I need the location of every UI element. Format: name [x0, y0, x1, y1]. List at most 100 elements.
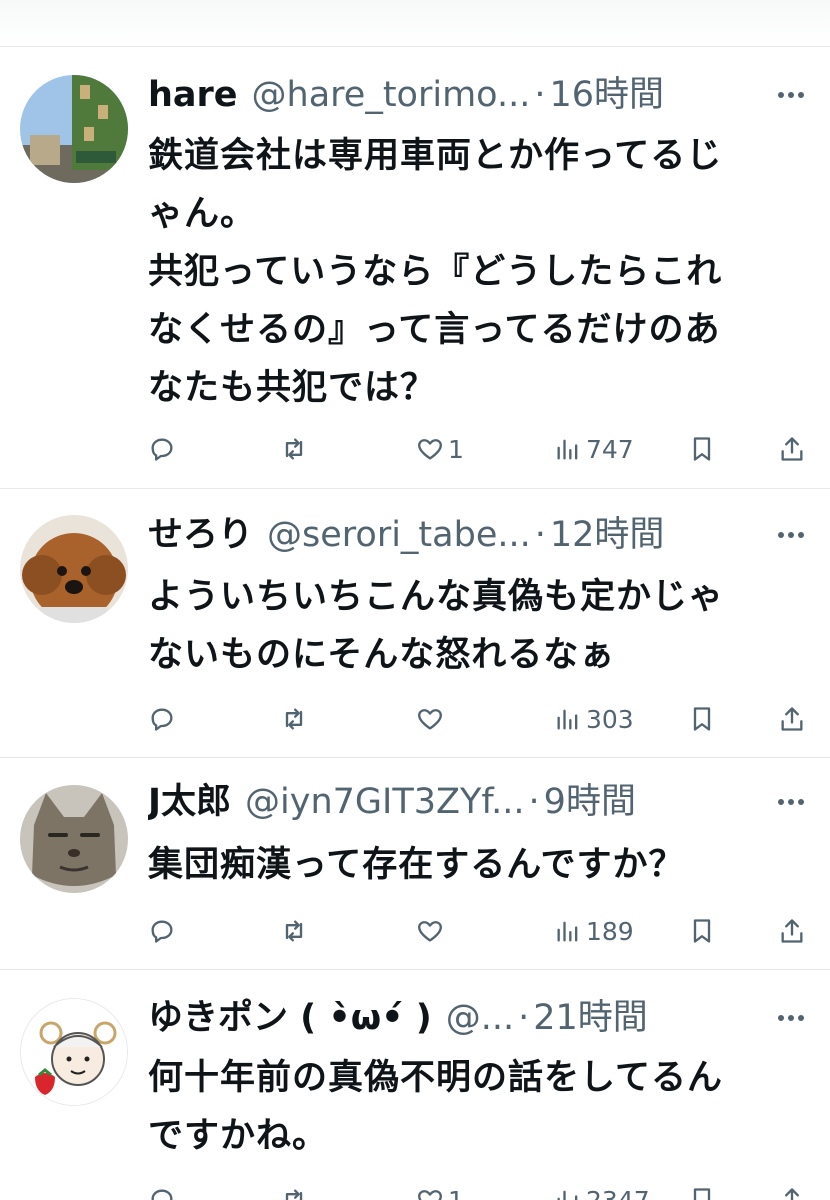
more-button[interactable] [774, 518, 808, 552]
tweet-3[interactable]: J太郎 @iyn7GIT3ZYf... · 9時間 集団痴漢って存在するんですか… [0, 759, 830, 970]
action-bar: 1 2347 [148, 1180, 813, 1200]
bookmark-icon [693, 437, 711, 461]
retweet-icon [285, 1189, 303, 1200]
bookmark-icon [693, 1188, 711, 1200]
tweet-text-line: ゃん。 [148, 194, 257, 234]
view-count: 2347 [586, 1185, 650, 1200]
retweet-icon [285, 920, 303, 942]
tweet-text: 鉄道会社は専用車両とか作ってるじ ゃん。 共犯っていうなら『どうしたらこれ なく… [148, 127, 820, 417]
reply-button[interactable] [148, 911, 176, 951]
retweet-icon [285, 438, 303, 460]
views-button[interactable]: 2347 [554, 1180, 650, 1200]
display-name[interactable]: ゆきポン ( •̀ω•́ ) [148, 993, 432, 1043]
more-icon [778, 532, 804, 538]
tweet-text: よういちいちこんな真偽も定かじゃ ないものにそんな怒れるなぁ [148, 568, 820, 684]
separator-dot: · [534, 515, 546, 555]
tweet-text-line: ですかね。 [148, 1116, 329, 1156]
user-handle[interactable]: @iyn7GIT3ZYf... [245, 777, 525, 827]
user-handle[interactable]: @hare_torimo... [252, 70, 531, 120]
tweet-text-line: よういちいちこんな真偽も定かじゃ [148, 577, 725, 617]
tweet-text-line: 何十年前の真偽不明の話をしてるん [148, 1058, 723, 1098]
heart-icon [418, 439, 442, 460]
tweet-text-line: 鉄道会社は専用車両とか作ってるじ [148, 136, 723, 176]
more-button[interactable] [774, 78, 808, 112]
top-bar-edge [0, 0, 830, 47]
avatar[interactable] [20, 515, 128, 623]
tweet-header: hare @hare_torimo... · 16時間 [148, 70, 740, 120]
share-icon [781, 437, 803, 461]
share-button[interactable] [778, 699, 806, 739]
avatar[interactable] [20, 785, 128, 893]
tweet-header: J太郎 @iyn7GIT3ZYf... · 9時間 [148, 777, 740, 827]
timestamp[interactable]: 21時間 [533, 993, 648, 1043]
more-button[interactable] [774, 1001, 808, 1035]
tweet-text-line: なくせるの』って言ってるだけのあ [148, 310, 721, 350]
tweet-header: ゆきポン ( •̀ω•́ ) @... · 21時間 [148, 993, 740, 1043]
share-button[interactable] [778, 429, 806, 469]
avatar[interactable] [20, 998, 128, 1106]
view-count: 303 [586, 704, 634, 734]
bookmark-button[interactable] [688, 699, 716, 739]
user-handle[interactable]: @... [446, 993, 514, 1043]
reply-button[interactable] [148, 1180, 176, 1200]
like-count: 1 [448, 1185, 464, 1200]
retweet-button[interactable] [280, 699, 308, 739]
action-bar: 303 [148, 699, 813, 739]
tweet-2[interactable]: せろり @serori_tabe... · 12時間 よういちいちこんな真偽も定… [0, 490, 830, 758]
like-count: 1 [448, 434, 464, 464]
reply-button[interactable] [148, 699, 176, 739]
tweet-text-line: 共犯っていうなら『どうしたらこれ [148, 252, 723, 292]
heart-icon [418, 709, 442, 730]
retweet-button[interactable] [280, 911, 308, 951]
bookmark-button[interactable] [688, 1180, 716, 1200]
tweet-text-line: なたも共犯では？ [148, 368, 437, 408]
more-icon [778, 92, 804, 98]
retweet-icon [285, 708, 303, 730]
heart-icon [418, 1190, 442, 1200]
display-name[interactable]: hare [148, 70, 238, 120]
separator-dot: · [528, 782, 540, 822]
views-icon [557, 921, 578, 942]
views-icon [557, 709, 578, 730]
tweet-text-line: 集団痴漢って存在するんですか？ [148, 845, 685, 885]
timestamp[interactable]: 12時間 [550, 510, 665, 560]
views-button[interactable]: 303 [554, 699, 634, 739]
tweet-1[interactable]: hare @hare_torimo... · 16時間 鉄道会社は専用車両とか作… [0, 48, 830, 489]
reply-icon [151, 1189, 173, 1200]
user-handle[interactable]: @serori_tabe... [267, 510, 531, 560]
views-icon [557, 439, 578, 460]
share-button[interactable] [778, 1180, 806, 1200]
view-count: 189 [586, 916, 634, 946]
views-button[interactable]: 747 [554, 429, 634, 469]
more-button[interactable] [774, 785, 808, 819]
share-icon [781, 707, 803, 731]
views-button[interactable]: 189 [554, 911, 634, 951]
more-icon [778, 1015, 804, 1021]
like-button[interactable]: 1 [416, 429, 464, 469]
like-button[interactable] [416, 699, 444, 739]
reply-icon [151, 708, 173, 731]
reply-button[interactable] [148, 429, 176, 469]
tweet-text: 何十年前の真偽不明の話をしてるん ですかね。 [148, 1049, 820, 1165]
retweet-button[interactable] [280, 1180, 308, 1200]
share-button[interactable] [778, 911, 806, 951]
like-button[interactable]: 1 [416, 1180, 464, 1200]
like-button[interactable] [416, 911, 444, 951]
timestamp[interactable]: 9時間 [544, 777, 636, 827]
action-bar: 1 747 [148, 429, 813, 469]
retweet-button[interactable] [280, 429, 308, 469]
bookmark-button[interactable] [688, 429, 716, 469]
bookmark-button[interactable] [688, 911, 716, 951]
separator-dot: · [518, 998, 530, 1038]
avatar[interactable] [20, 75, 128, 183]
tweet-header: せろり @serori_tabe... · 12時間 [148, 510, 740, 560]
timestamp[interactable]: 16時間 [550, 70, 665, 120]
display-name[interactable]: せろり [148, 510, 253, 560]
display-name[interactable]: J太郎 [148, 777, 231, 827]
view-count: 747 [586, 434, 634, 464]
reply-icon [151, 438, 173, 461]
bookmark-icon [693, 919, 711, 943]
tweet-4[interactable]: ゆきポン ( •̀ω•́ ) @... · 21時間 何十年前の真偽不明の話をし… [0, 971, 830, 1200]
reply-icon [151, 920, 173, 943]
heart-icon [418, 921, 442, 942]
